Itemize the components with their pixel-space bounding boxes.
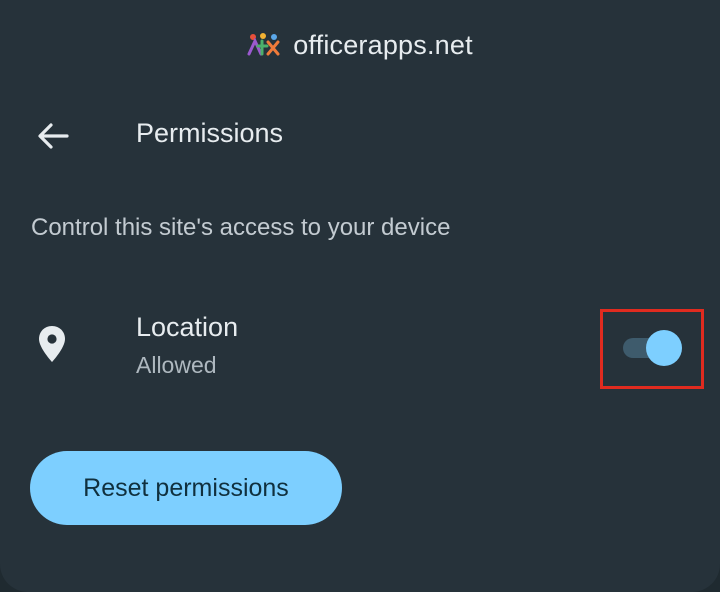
site-settings-sheet: officerapps.net Permissions Control this… [0, 0, 720, 592]
site-favicon-icon [247, 33, 280, 56]
permission-status: Allowed [136, 352, 217, 378]
site-name: officerapps.net [293, 29, 473, 60]
page-description: Control this site's access to your devic… [31, 214, 451, 241]
reset-permissions-button[interactable]: Reset permissions [30, 451, 342, 525]
page-title: Permissions [136, 118, 284, 148]
toggle-thumb [646, 330, 682, 366]
location-pin-icon [39, 326, 65, 362]
location-toggle-switch[interactable] [622, 328, 684, 368]
site-header: officerapps.net [0, 22, 720, 68]
back-button[interactable] [26, 112, 80, 160]
permission-name: Location [136, 312, 239, 342]
permission-row-location[interactable]: Location Allowed [0, 292, 720, 402]
arrow-back-icon [38, 123, 69, 149]
